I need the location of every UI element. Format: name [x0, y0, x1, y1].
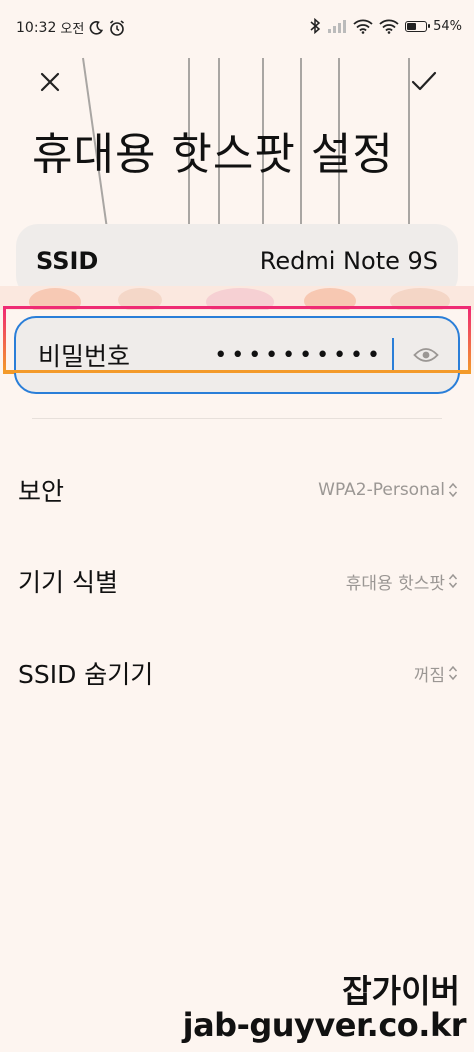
wifi-icon: [353, 19, 373, 34]
password-field[interactable]: 비밀번호 ••••••••••: [14, 316, 460, 394]
setting-value-text: 꺼짐: [413, 665, 445, 686]
setting-row-security[interactable]: 보안 WPA2-Personal: [18, 470, 458, 510]
status-ampm: 오전: [60, 22, 85, 37]
updown-chevron-icon: [448, 482, 458, 498]
close-button[interactable]: [30, 62, 70, 102]
password-input[interactable]: ••••••••••: [214, 343, 384, 368]
updown-chevron-icon: [448, 573, 458, 589]
wifi-icon: [379, 19, 399, 34]
setting-label: 기기 식별: [18, 568, 118, 597]
page-title: 휴대용 핫스팟 설정: [32, 129, 394, 180]
highlight-frame-bottom: [3, 370, 471, 373]
status-left: 10:32 오전: [16, 18, 126, 37]
setting-row-device-id[interactable]: 기기 식별 휴대용 핫스팟: [18, 561, 458, 601]
setting-value: WPA2-Personal: [318, 480, 458, 500]
setting-value: 휴대용 핫스팟: [346, 569, 458, 594]
ssid-label: SSID: [36, 247, 99, 275]
confirm-button[interactable]: [404, 62, 444, 102]
setting-row-hide-ssid[interactable]: SSID 숨기기 꺼짐: [18, 653, 458, 693]
setting-value-text: 휴대용 핫스팟: [345, 573, 445, 594]
signal-icon: [328, 20, 347, 33]
password-label: 비밀번호: [38, 342, 131, 371]
text-caret: [392, 338, 394, 372]
status-right: 54%: [309, 18, 462, 34]
battery-icon: [405, 20, 431, 32]
status-bar: 10:32 오전 54%: [0, 0, 474, 58]
divider: [32, 418, 442, 419]
close-icon: [40, 72, 60, 92]
setting-value-text: WPA2-Personal: [318, 480, 445, 500]
eye-icon: [413, 348, 439, 362]
setting-value: 꺼짐: [414, 661, 458, 686]
moon-icon: [89, 20, 104, 35]
alarm-icon: [110, 19, 125, 36]
check-icon: [411, 71, 437, 91]
toggle-visibility-button[interactable]: [412, 341, 440, 369]
ssid-value: Redmi Note 9S: [259, 247, 438, 275]
bluetooth-icon: [310, 18, 321, 34]
battery-percent: 54%: [433, 18, 462, 34]
setting-label: SSID 숨기기: [18, 660, 154, 689]
watermark-url: jab-guyver.co.kr: [182, 1006, 467, 1044]
battery-fill: [407, 22, 417, 30]
setting-label: 보안: [18, 477, 65, 506]
updown-chevron-icon: [448, 665, 458, 681]
status-time: 10:32: [16, 19, 57, 36]
